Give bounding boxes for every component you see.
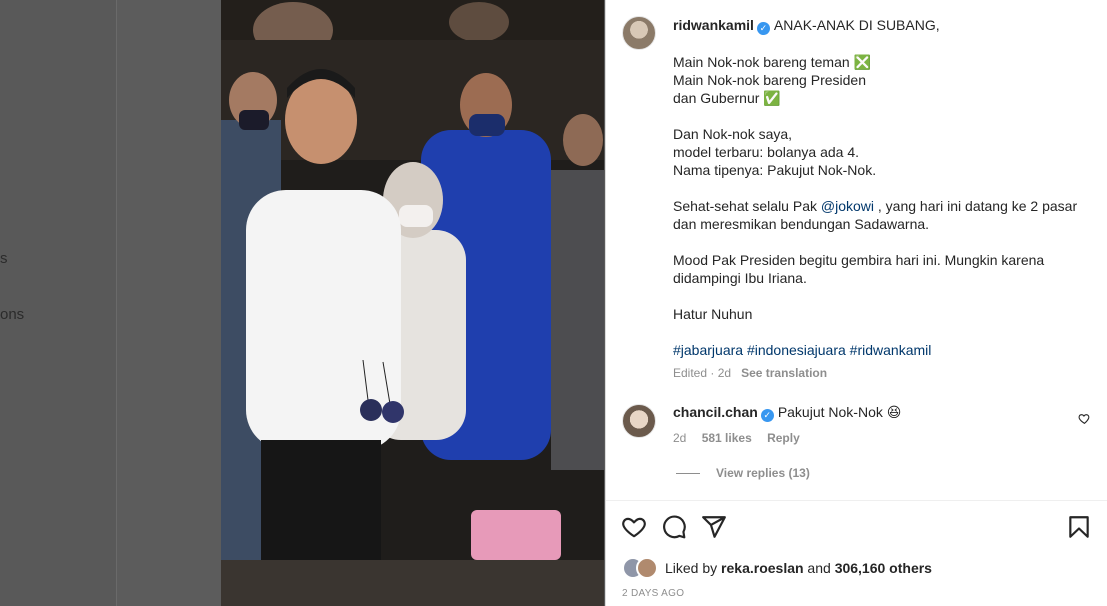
author-avatar[interactable] (622, 16, 656, 50)
caption-line: Main Nok-nok bareng Presiden (673, 72, 866, 88)
comment-item: chancil.chan ✓ Pakujut Nok-Nok 😆 (673, 404, 901, 422)
likes-prefix: Liked by (665, 560, 722, 576)
caption-line (673, 287, 1083, 305)
caption-line: dan Gubernur ✅ (673, 90, 781, 106)
caption-line (673, 179, 1083, 197)
commenter-avatar[interactable] (622, 404, 656, 438)
edited-time: Edited · 2d (673, 366, 732, 380)
replies-divider-line (676, 473, 700, 475)
verified-badge-icon: ✓ (760, 409, 774, 422)
comment-time: 2d (673, 431, 687, 445)
caption-mention-suffix: , yang hari ini datang ke 2 pasar (874, 198, 1078, 214)
caption-line: model terbaru: bolanya ada 4. (673, 144, 860, 160)
caption-line (673, 233, 1083, 251)
liker-avatar[interactable] (636, 557, 658, 579)
comment-like-heart-icon[interactable] (1078, 412, 1091, 425)
caption-line: Main Nok-nok bareng teman ❎ (673, 54, 871, 70)
caption-line-0: ANAK-ANAK DI SUBANG, (773, 17, 940, 33)
caption-line (673, 35, 1083, 53)
caption-line-10: Sehat-sehat selalu Pak (673, 198, 821, 214)
verified-badge-icon: ✓ (756, 22, 770, 35)
background-feed (117, 0, 221, 606)
liker-username-link[interactable]: reka.roeslan (721, 560, 804, 576)
post-media[interactable] (221, 0, 604, 606)
media-bottom-strip (221, 560, 604, 606)
share-icon[interactable] (701, 514, 727, 540)
post-caption: ridwankamil ✓ ANAK-ANAK DI SUBANG, Main No… (673, 16, 1083, 382)
caption-line: Nama tipenya: Pakujut Nok-Nok. (673, 162, 877, 178)
post-timestamp: 2 DAYS AGO (622, 588, 685, 599)
media-top-strip (221, 0, 604, 58)
comment-icon[interactable] (661, 514, 687, 540)
comment-text: Pakujut Nok-Nok 😆 (777, 404, 902, 420)
heart-icon[interactable] (621, 514, 647, 540)
video-scene-image (221, 40, 604, 560)
comment-meta: 2d 581 likes Reply (673, 431, 812, 445)
likes-summary: Liked by reka.roeslan and 306,160 others (665, 560, 932, 576)
author-username[interactable]: ridwankamil (673, 17, 754, 33)
likes-others-link[interactable]: 306,160 others (835, 560, 932, 576)
likes-and: and (803, 560, 835, 576)
background-sidebar: s ons (0, 0, 117, 606)
see-translation-button[interactable]: See translation (741, 366, 827, 380)
caption-line: didampingi Ibu Iriana. (673, 270, 807, 286)
caption-meta: Edited · 2d See translation (673, 364, 1083, 382)
reply-button[interactable]: Reply (767, 431, 800, 445)
comment-likes-link[interactable]: 581 likes (702, 431, 752, 445)
caption-line (673, 107, 1083, 125)
bookmark-icon[interactable] (1066, 514, 1092, 540)
sidebar-partial-label-1: s (0, 250, 8, 267)
caption-line: Hatur Nuhun (673, 306, 753, 322)
video-frame[interactable] (221, 40, 604, 560)
caption-line: Mood Pak Presiden begitu gembira hari in… (673, 252, 1045, 268)
mention-link[interactable]: @jokowi (821, 198, 874, 214)
caption-first-line: ridwankamil ✓ ANAK-ANAK DI SUBANG, (673, 16, 1083, 35)
view-replies-label: View replies (13) (716, 466, 810, 480)
caption-line (673, 323, 1083, 341)
caption-line: Dan Nok-nok saya, (673, 126, 793, 142)
sidebar-partial-label-2: ons (0, 306, 25, 323)
actions-divider (606, 500, 1107, 501)
caption-line: dan meresmikan bendungan Sadawarna. (673, 216, 930, 232)
media-top-image (221, 0, 604, 58)
commenter-username[interactable]: chancil.chan (673, 404, 758, 420)
caption-mention-line: Sehat-sehat selalu Pak @jokowi , yang ha… (673, 197, 1083, 215)
view-replies-button[interactable]: View replies (13) (676, 466, 810, 480)
hashtags-link[interactable]: #jabarjuara #indonesiajuara #ridwankamil (673, 341, 1083, 359)
